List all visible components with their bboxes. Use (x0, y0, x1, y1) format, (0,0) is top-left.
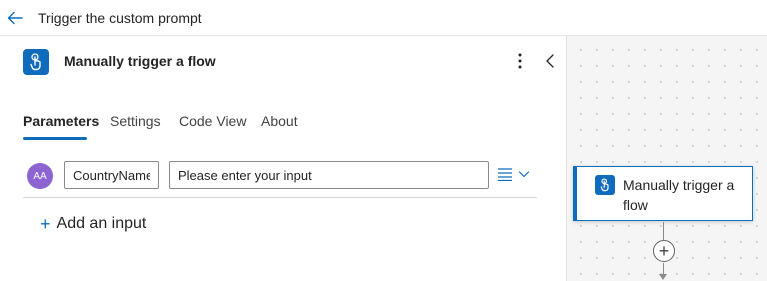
trigger-icon (23, 49, 49, 75)
connector-line (663, 222, 664, 240)
designer-canvas[interactable]: Manually trigger a flow + (567, 36, 767, 281)
hand-touch-icon (600, 178, 609, 192)
add-input-label: Add an input (56, 215, 147, 232)
node-title: Manually trigger a flow (623, 177, 735, 213)
top-bar: Trigger the custom prompt (0, 0, 767, 36)
tab-about[interactable]: About (261, 113, 298, 129)
plus-icon: + (40, 214, 51, 234)
add-step-button[interactable]: + (653, 240, 675, 262)
tab-parameters[interactable]: Parameters (23, 113, 99, 129)
plus-icon: + (658, 241, 670, 261)
active-tab-indicator (23, 137, 87, 140)
tab-code-view[interactable]: Code View (179, 113, 246, 129)
arrow-down-icon (659, 274, 667, 280)
trigger-input-row: AA (23, 160, 537, 198)
add-input-button[interactable]: + Add an input (40, 213, 146, 235)
details-panel: Manually trigger a flow Parameters Setti… (0, 36, 567, 281)
chevron-down-icon[interactable] (518, 168, 530, 180)
text-type-avatar: AA (27, 163, 53, 189)
input-prompt-field[interactable] (169, 161, 489, 189)
page-title: Trigger the custom prompt (38, 10, 202, 26)
avatar-label: AA (33, 170, 47, 182)
more-options-icon[interactable] (513, 51, 527, 71)
node-trigger-icon (595, 175, 615, 195)
app-root: Trigger the custom prompt Manually trigg… (0, 0, 767, 281)
list-icon[interactable] (497, 167, 513, 181)
hand-touch-icon (30, 53, 41, 71)
collapse-panel-icon[interactable] (543, 51, 557, 71)
input-name-field[interactable] (64, 161, 159, 189)
back-arrow-icon[interactable] (6, 9, 24, 27)
trigger-node-card[interactable]: Manually trigger a flow (573, 166, 753, 221)
tab-settings[interactable]: Settings (110, 113, 161, 129)
panel-title: Manually trigger a flow (64, 53, 216, 69)
